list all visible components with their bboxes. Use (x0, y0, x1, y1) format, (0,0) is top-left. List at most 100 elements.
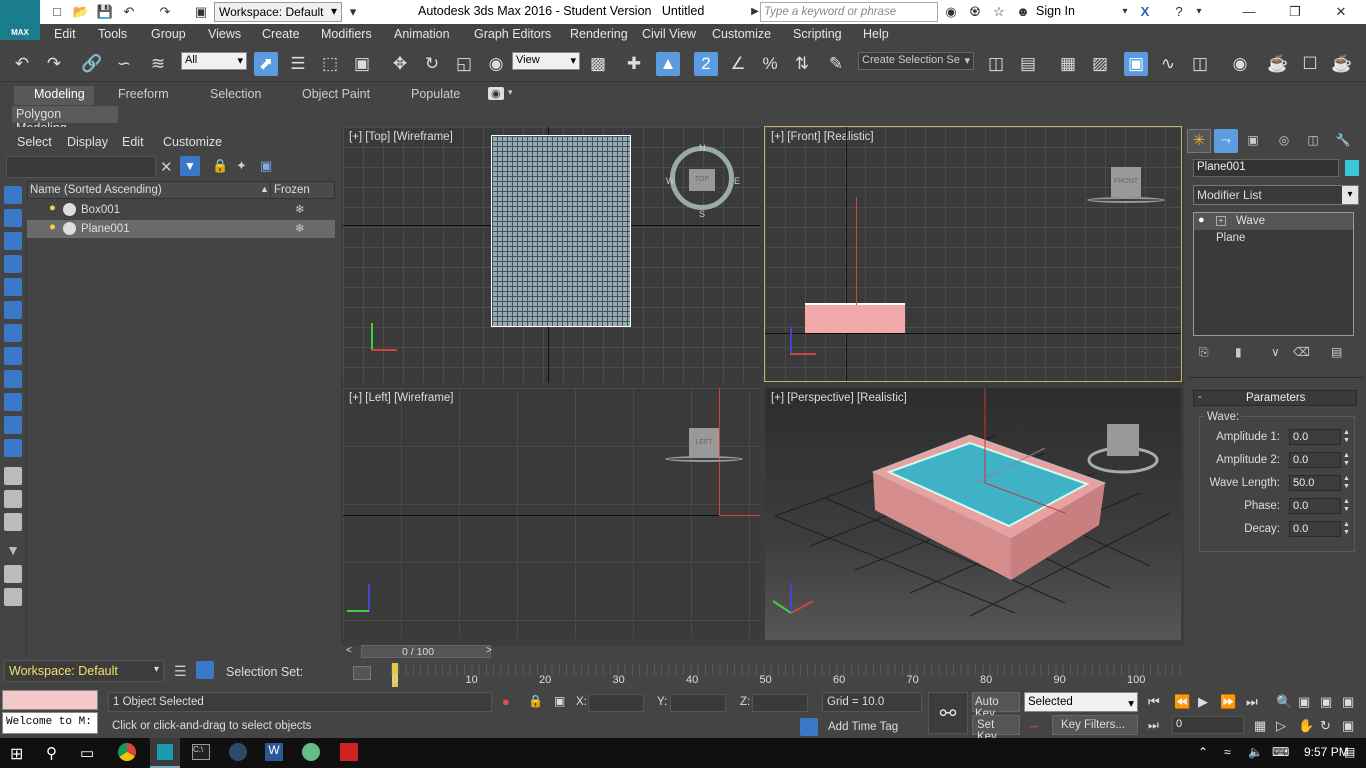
select-by-name-icon[interactable]: ☰ (286, 52, 310, 76)
display-none-list-icon[interactable] (4, 490, 22, 508)
chevron-down-icon[interactable]: ▾ (1190, 3, 1208, 21)
mirror-icon[interactable]: ◫ (984, 52, 1008, 76)
scene-menu-select[interactable]: Select (17, 135, 52, 149)
scene-search-input[interactable] (6, 156, 156, 178)
menu-modifiers[interactable]: Modifiers (321, 27, 372, 41)
object-color-swatch[interactable] (1345, 160, 1359, 176)
list-item[interactable]: ● Plane001 ❄ (27, 220, 335, 238)
box-front-view[interactable] (805, 303, 905, 333)
new-file-icon[interactable]: □ (48, 3, 66, 21)
reference-coordinate-dropdown[interactable]: View ▾ (512, 52, 580, 70)
selection-filter-dropdown[interactable]: All ▾ (181, 52, 247, 70)
display-frozen-icon[interactable] (4, 439, 22, 457)
zoom-icon[interactable]: 🔍 (1276, 694, 1292, 710)
menu-help[interactable]: Help (863, 27, 889, 41)
workspace-dropdown[interactable]: Workspace: Default ▾ (214, 2, 342, 22)
key-mode-dropdown[interactable]: Selected ▾ (1024, 692, 1138, 712)
notifications-icon[interactable]: ▤ (1344, 745, 1355, 759)
named-selection-dropdown[interactable]: Create Selection Se ▾ (858, 52, 974, 70)
chevron-down-icon[interactable]: ▾ (344, 3, 362, 21)
unlink-icon[interactable]: ∽ (112, 52, 136, 76)
previous-frame-icon[interactable]: ⏪ (1174, 694, 1190, 710)
maximize-icon[interactable]: ❐ (1286, 3, 1304, 21)
volume-icon[interactable]: 🔈 (1248, 745, 1263, 759)
configure-sets-icon[interactable]: ▤ (1331, 345, 1342, 359)
stack-item-plane[interactable]: Plane (1194, 230, 1353, 247)
time-slider[interactable]: < 0 / 100 > (341, 645, 1184, 659)
filter-options-icon[interactable] (4, 565, 22, 583)
placement-icon[interactable]: ◉ (484, 52, 508, 76)
display-all-icon[interactable] (4, 467, 22, 485)
display-cameras-icon[interactable] (4, 278, 22, 296)
rendered-frame-icon[interactable]: ☐ (1298, 52, 1322, 76)
link-icon[interactable]: 🔗 (80, 52, 104, 76)
tab-populate[interactable]: Populate (411, 87, 460, 101)
scene-explorer-icon[interactable]: ▣ (1124, 52, 1148, 76)
remove-modifier-icon[interactable]: ⌫ (1293, 345, 1310, 359)
menu-edit[interactable]: Edit (54, 27, 76, 41)
snowflake-icon[interactable]: ❄ (295, 202, 305, 216)
display-geometry-icon[interactable] (4, 209, 22, 227)
set-key-button[interactable]: Set Key (972, 715, 1020, 743)
select-object-icon[interactable]: ⬈ (254, 52, 278, 76)
selection-lock-icon[interactable]: 🔒 (528, 694, 543, 708)
menu-scripting[interactable]: Scripting (793, 27, 842, 41)
chrome-icon[interactable] (118, 743, 136, 761)
menu-views[interactable]: Views (208, 27, 241, 41)
word-icon[interactable]: W (265, 743, 283, 761)
time-tag-icon[interactable] (800, 718, 818, 736)
list-item[interactable]: ● Box001 ❄ (27, 201, 335, 219)
percent-snap-icon[interactable]: % (758, 52, 782, 76)
display-tab-icon[interactable]: ◫ (1301, 129, 1325, 153)
schematic-view-icon[interactable]: ◫ (1188, 52, 1212, 76)
app-icon[interactable] (302, 743, 320, 761)
time-config-icon[interactable]: ▦ (1254, 718, 1266, 734)
display-lights-icon[interactable] (4, 255, 22, 273)
rectangular-region-icon[interactable]: ⬚ (318, 52, 342, 76)
angle-snap-icon[interactable]: ∠ (726, 52, 750, 76)
bind-space-warp-icon[interactable]: ≋ (146, 52, 170, 76)
display-helpers-icon[interactable] (4, 301, 22, 319)
clock[interactable]: 9:57 PM (1304, 745, 1349, 759)
scene-menu-customize[interactable]: Customize (163, 135, 222, 149)
menu-animation[interactable]: Animation (394, 27, 450, 41)
display-bones-icon[interactable] (4, 393, 22, 411)
redo-icon[interactable]: ↷ (156, 3, 174, 21)
help-icon[interactable]: ? (1170, 3, 1188, 21)
layers-icon[interactable]: ▨ (1088, 52, 1112, 76)
display-space-warps-icon[interactable] (4, 324, 22, 342)
light-bulb-icon[interactable]: ● (49, 202, 56, 214)
exchange-icon[interactable]: X (1136, 3, 1154, 21)
play-icon[interactable]: ▶ (1198, 694, 1208, 710)
spinner-arrows-icon[interactable]: ▲ ▼ (1343, 498, 1350, 514)
menu-create[interactable]: Create (262, 27, 300, 41)
display-xrefs-icon[interactable] (4, 370, 22, 388)
windows-start-icon[interactable]: ⊞ (10, 744, 23, 764)
keyboard-shortcut-override-icon[interactable]: ▲ (656, 52, 680, 76)
menu-group[interactable]: Group (151, 27, 186, 41)
zoom-extents-all-icon[interactable]: ▣ (1342, 694, 1354, 710)
render-toggle-icon[interactable] (63, 222, 76, 235)
scene-menu-display[interactable]: Display (67, 135, 108, 149)
column-frozen[interactable]: Frozen (274, 184, 310, 196)
menu-customize[interactable]: Customize (712, 27, 771, 41)
utilities-tab-icon[interactable]: 🔧 (1331, 129, 1355, 153)
lock-icon[interactable]: 🔒 (212, 158, 228, 174)
viewport-left[interactable]: [+] [Left] [Wireframe] LEFT (343, 388, 760, 638)
viewcube[interactable]: TOP (689, 169, 715, 191)
redo-icon[interactable]: ↷ (42, 52, 66, 76)
minimize-icon[interactable]: — (1240, 3, 1258, 21)
prev-frame-icon[interactable]: < (346, 645, 352, 656)
filter-icon[interactable]: ▼ (180, 156, 200, 176)
move-icon[interactable]: ✥ (388, 52, 412, 76)
motion-tab-icon[interactable]: ◎ (1272, 129, 1296, 153)
undo-icon[interactable]: ↶ (10, 52, 34, 76)
project-folder-icon[interactable]: ▣ (192, 3, 210, 21)
tab-freeform[interactable]: Freeform (118, 87, 169, 101)
render-setup-icon[interactable]: ☕ (1266, 52, 1290, 76)
viewport-label[interactable]: [+] [Left] [Wireframe] (349, 392, 454, 404)
menu-rendering[interactable]: Rendering (570, 27, 628, 41)
scene-menu-edit[interactable]: Edit (122, 135, 144, 149)
light-bulb-icon[interactable]: ● (1198, 214, 1205, 226)
polygon-modeling-panel[interactable]: Polygon Modeling (12, 106, 118, 135)
